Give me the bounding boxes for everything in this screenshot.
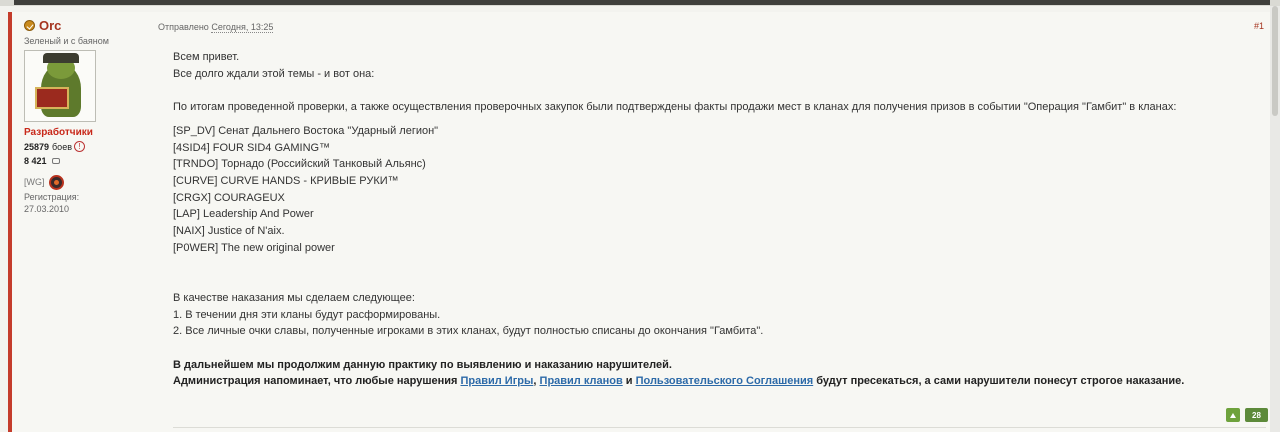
avatar-hat	[43, 53, 79, 63]
clan-list-item: [TRNDO] Торнадо (Российский Танковый Аль…	[173, 158, 426, 171]
intro-line: По итогам проведенной проверки, а также …	[173, 101, 1177, 114]
post-date: Сегодня, 13:25	[211, 22, 274, 33]
admin-reminder-tail: будут пресекаться, а сами нарушители пон…	[813, 375, 1185, 388]
punishment-item: 2. Все личные очки славы, полученные игр…	[173, 325, 764, 338]
avatar[interactable]	[24, 50, 96, 122]
clan-list-item: [4SID4] FOUR SID4 GAMING™	[173, 141, 331, 154]
battles-count: 25879	[24, 141, 50, 152]
author-name-row: Orc	[24, 18, 152, 33]
reputation-up-button[interactable]	[1226, 408, 1240, 422]
clan-list-item: [NAIX] Justice of N'aix.	[173, 225, 285, 238]
clan-list-item: [CURVE] CURVE HANDS - КРИВЫЕ РУКИ™	[173, 174, 399, 187]
speech-icon	[51, 157, 60, 164]
punishment-intro: В качестве наказания мы сделаем следующе…	[173, 291, 415, 304]
bold-notice: В дальнейшем мы продолжим данную практик…	[173, 358, 672, 371]
reputation-count: 28	[1245, 408, 1268, 422]
online-status-icon	[24, 19, 35, 31]
post-number-link[interactable]: #1	[1254, 21, 1264, 31]
clan-list-item: [LAP] Leadership And Power	[173, 208, 314, 221]
scrollbar[interactable]	[1270, 6, 1280, 432]
wait-line: Все долго ждали этой темы - и вот она:	[173, 67, 375, 80]
post-body: Всем привет. Все долго ждали этой темы -…	[173, 49, 1263, 390]
admin-reminder-text: Администрация напоминает, что любые нару…	[173, 375, 461, 388]
avatar-accordion	[35, 87, 69, 109]
registration-label: Регистрация:	[24, 192, 80, 202]
clan-rules-link[interactable]: Правил кланов	[540, 375, 623, 387]
separator-and: и	[622, 375, 636, 388]
post-divider	[173, 427, 1266, 428]
author-title: Зеленый и с баяном	[24, 36, 109, 46]
clan-row: [WG]	[24, 174, 152, 190]
clan-list-item: [P0WER] The new original power	[173, 241, 335, 254]
scrollbar-thumb[interactable]	[1272, 6, 1278, 116]
forum-post: Orc Зеленый и с баяном Разработчики 2587…	[8, 12, 1270, 432]
punishment-item: 1. В течении дня эти кланы будут расформ…	[173, 308, 441, 321]
top-bar	[14, 0, 1270, 5]
user-group: Разработчики	[24, 127, 93, 138]
author-panel: Orc Зеленый и с баяном Разработчики 2587…	[24, 18, 152, 214]
clan-tag-link[interactable]: [WG]	[24, 177, 45, 187]
greeting-line: Всем привет.	[173, 51, 240, 63]
clan-emblem-icon[interactable]	[48, 174, 64, 190]
battles-label: боев	[52, 141, 72, 152]
post-meta: Отправлено Сегодня, 13:25	[158, 22, 274, 33]
info-icon[interactable]: !	[73, 141, 85, 152]
registration-date: 27.03.2010	[24, 204, 70, 214]
top-strip	[0, 0, 1280, 6]
clan-list-item: [CRGX] COURAGEUX	[173, 191, 285, 204]
messages-count: 8 421	[24, 155, 47, 166]
clan-list-item: [SP_DV] Сенат Дальнего Востока "Ударный …	[173, 124, 439, 137]
sent-label: Отправлено	[158, 22, 209, 32]
author-name-link[interactable]: Orc	[39, 18, 61, 33]
game-rules-link[interactable]: Правил Игры	[460, 375, 533, 387]
battles-stat: 25879 боев !	[24, 141, 152, 152]
messages-stat: 8 421	[24, 155, 152, 166]
user-agreement-link[interactable]: Пользовательского Соглашения	[636, 375, 814, 387]
admin-reminder: Администрация напоминает, что любые нару…	[173, 375, 1184, 387]
